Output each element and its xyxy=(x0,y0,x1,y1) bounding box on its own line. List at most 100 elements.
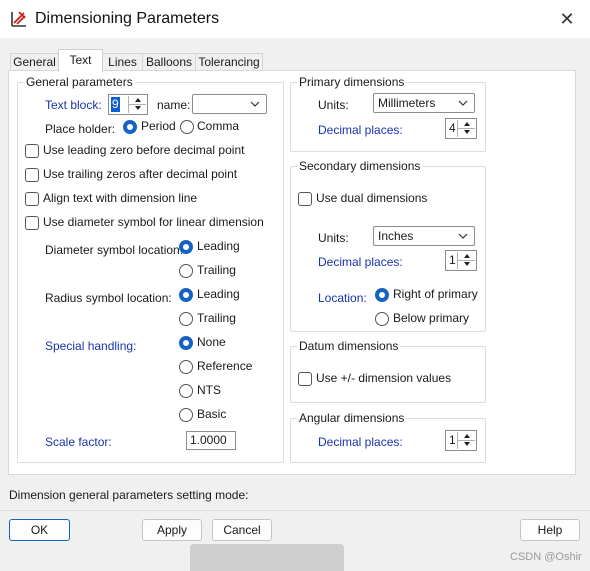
spin-down-button[interactable] xyxy=(458,260,475,268)
diameter-symbol-checkbox[interactable] xyxy=(25,216,39,230)
name-label: name: xyxy=(157,98,191,112)
leading-zero-checkbox[interactable] xyxy=(25,144,39,158)
place-holder-label: Place holder: xyxy=(45,122,116,136)
window-title: Dimensioning Parameters xyxy=(35,10,220,27)
comma-label: Comma xyxy=(197,119,240,133)
primary-units-value: Millimeters xyxy=(378,96,436,110)
datum-dimensions-title: Datum dimensions xyxy=(297,339,401,353)
triangle-up-icon xyxy=(463,434,470,438)
diameter-location-label: Diameter symbol location: xyxy=(45,243,184,257)
tab-lines[interactable]: Lines xyxy=(102,53,143,71)
below-primary-radio[interactable] xyxy=(375,312,389,326)
primary-units-combobox[interactable]: Millimeters xyxy=(373,93,475,113)
diameter-trailing-label: Trailing xyxy=(197,263,236,277)
secondary-decimal-spinner[interactable]: 1 xyxy=(445,250,477,271)
special-reference-label: Reference xyxy=(197,359,253,373)
angular-decimal-label: Decimal places: xyxy=(318,435,403,449)
location-label: Location: xyxy=(318,291,367,305)
chevron-down-icon xyxy=(250,101,260,107)
trailing-zeros-checkbox[interactable] xyxy=(25,168,39,182)
primary-units-label: Units: xyxy=(318,98,349,112)
diameter-leading-radio[interactable] xyxy=(179,240,193,254)
special-basic-label: Basic xyxy=(197,407,227,421)
text-block-label: Text block: xyxy=(45,98,102,112)
triangle-up-icon xyxy=(134,98,141,102)
radius-leading-label: Leading xyxy=(197,287,240,301)
below-primary-label: Below primary xyxy=(393,311,470,325)
align-text-label: Align text with dimension line xyxy=(43,191,198,205)
special-none-radio[interactable] xyxy=(179,336,193,350)
diameter-symbol-label: Use diameter symbol for linear dimension xyxy=(43,215,264,229)
right-of-primary-radio[interactable] xyxy=(375,288,389,302)
radius-trailing-label: Trailing xyxy=(197,311,236,325)
secondary-units-label: Units: xyxy=(318,231,349,245)
radius-trailing-radio[interactable] xyxy=(179,312,193,326)
period-label: Period xyxy=(141,119,176,133)
align-text-checkbox[interactable] xyxy=(25,192,39,206)
tab-tolerancing[interactable]: Tolerancing xyxy=(195,53,263,71)
triangle-down-icon xyxy=(134,106,141,110)
secondary-units-combobox[interactable]: Inches xyxy=(373,226,475,246)
text-block-value[interactable]: 9 xyxy=(111,97,120,112)
triangle-up-icon xyxy=(463,254,470,258)
angular-decimal-value[interactable]: 1 xyxy=(448,433,457,448)
close-icon: ✕ xyxy=(559,8,575,29)
primary-decimal-spinner[interactable]: 4 xyxy=(445,118,477,139)
cancel-button[interactable]: Cancel xyxy=(212,519,272,541)
spin-down-button[interactable] xyxy=(458,440,475,448)
trailing-zeros-label: Use trailing zeros after decimal point xyxy=(43,167,238,181)
triangle-down-icon xyxy=(463,442,470,446)
close-button[interactable]: ✕ xyxy=(552,5,582,33)
help-button[interactable]: Help xyxy=(520,519,580,541)
general-parameters-title: General parameters xyxy=(24,75,135,89)
primary-dimensions-title: Primary dimensions xyxy=(297,75,407,89)
text-block-spinner[interactable]: 9 xyxy=(108,94,148,115)
secondary-units-value: Inches xyxy=(378,229,414,243)
chevron-down-icon xyxy=(458,100,468,106)
special-basic-radio[interactable] xyxy=(179,408,193,422)
radius-location-label: Radius symbol location: xyxy=(45,291,172,305)
tab-balloons[interactable]: Balloons xyxy=(142,53,196,71)
spin-down-button[interactable] xyxy=(129,104,146,112)
ok-button[interactable]: OK xyxy=(9,519,70,541)
comma-radio[interactable] xyxy=(180,120,194,134)
datum-values-label: Use +/- dimension values xyxy=(316,371,452,385)
angular-decimal-spinner[interactable]: 1 xyxy=(445,430,477,451)
special-handling-label: Special handling: xyxy=(45,339,137,353)
tab-text[interactable]: Text xyxy=(58,49,103,72)
general-parameters-group xyxy=(17,82,284,463)
special-none-label: None xyxy=(197,335,226,349)
special-reference-radio[interactable] xyxy=(179,360,193,374)
triangle-down-icon xyxy=(463,262,470,266)
special-nts-radio[interactable] xyxy=(179,384,193,398)
status-text: Dimension general parameters setting mod… xyxy=(9,488,249,502)
diameter-trailing-radio[interactable] xyxy=(179,264,193,278)
secondary-decimal-label: Decimal places: xyxy=(318,255,403,269)
triangle-down-icon xyxy=(463,130,470,134)
right-of-primary-label: Right of primary xyxy=(393,287,478,301)
radius-leading-radio[interactable] xyxy=(179,288,193,302)
spin-down-button[interactable] xyxy=(458,128,475,136)
apply-button[interactable]: Apply xyxy=(142,519,202,541)
tab-general[interactable]: General xyxy=(10,53,59,71)
dual-dimensions-checkbox[interactable] xyxy=(298,192,312,206)
scrollbar-thumb[interactable] xyxy=(190,544,344,571)
secondary-decimal-value[interactable]: 1 xyxy=(448,253,457,268)
watermark: CSDN @Oshir xyxy=(510,551,582,563)
special-nts-label: NTS xyxy=(197,383,221,397)
secondary-dimensions-title: Secondary dimensions xyxy=(297,159,423,173)
primary-decimal-value[interactable]: 4 xyxy=(448,121,457,136)
primary-decimal-label: Decimal places: xyxy=(318,123,403,137)
period-radio[interactable] xyxy=(123,120,137,134)
dimension-icon xyxy=(10,10,28,28)
name-combobox[interactable] xyxy=(192,94,267,114)
angular-dimensions-title: Angular dimensions xyxy=(297,411,407,425)
chevron-down-icon xyxy=(458,233,468,239)
diameter-leading-label: Leading xyxy=(197,239,240,253)
scale-factor-label: Scale factor: xyxy=(45,435,112,449)
triangle-up-icon xyxy=(463,122,470,126)
dual-dimensions-label: Use dual dimensions xyxy=(316,191,428,205)
scale-factor-input[interactable]: 1.0000 xyxy=(186,431,236,450)
divider xyxy=(0,510,590,511)
datum-values-checkbox[interactable] xyxy=(298,372,312,386)
